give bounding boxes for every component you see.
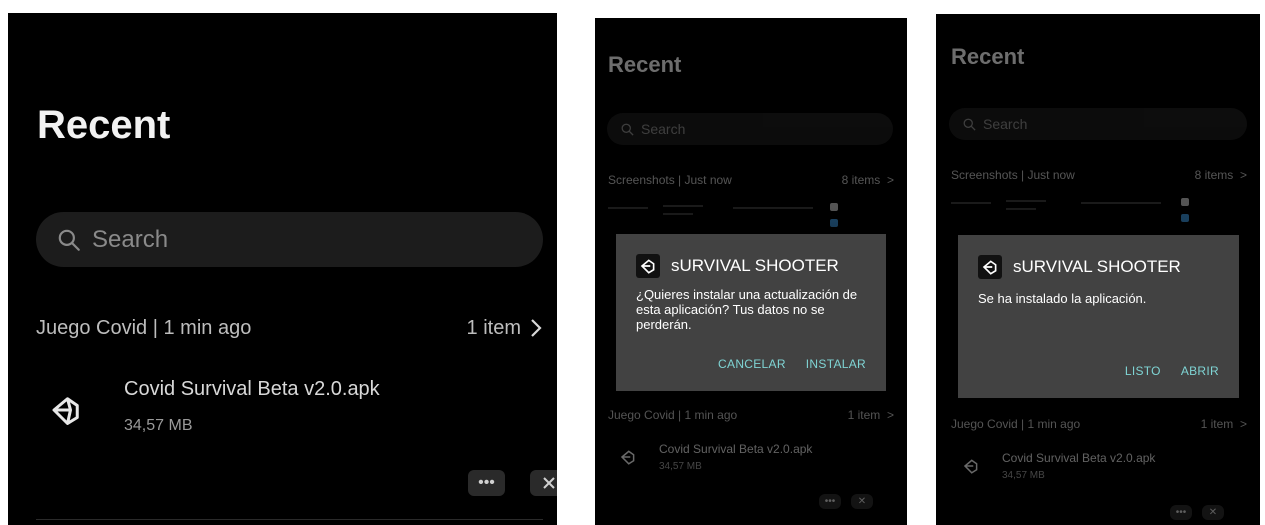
unity-icon xyxy=(963,459,978,474)
section-count-link[interactable]: 8 items > xyxy=(842,173,894,187)
more-icon: ••• xyxy=(824,496,836,507)
search-input[interactable]: Search xyxy=(36,212,543,267)
list-item-file[interactable]: Covid Survival Beta v2.0.apk 34,57 MB xyxy=(619,442,812,472)
section-header-screenshots[interactable]: Screenshots | Just now 8 items > xyxy=(608,170,894,190)
recent-screen: Recent Search Juego Covid | 1 min ago 1 … xyxy=(8,13,557,525)
file-name: Covid Survival Beta v2.0.apk xyxy=(124,378,380,400)
installed-dialog: sURVIVAL SHOOTER Se ha instalado la apli… xyxy=(958,235,1239,398)
search-icon xyxy=(621,123,634,136)
section-count-link[interactable]: 1 item > xyxy=(1201,417,1247,431)
unity-icon xyxy=(52,397,79,425)
search-input[interactable]: Search xyxy=(949,108,1247,140)
more-icon: ••• xyxy=(1175,507,1187,518)
search-placeholder: Search xyxy=(92,225,169,253)
open-button[interactable]: ABRIR xyxy=(1181,364,1219,378)
section-header-juego-covid[interactable]: Juego Covid | 1 min ago 1 item xyxy=(36,313,543,343)
page-title: Recent xyxy=(951,44,1025,69)
chevron-right-icon: > xyxy=(883,408,894,422)
file-name: Covid Survival Beta v2.0.apk xyxy=(659,442,813,456)
section-count-link[interactable]: 1 item xyxy=(467,317,543,340)
divider xyxy=(36,519,543,520)
item-actions: ••• xyxy=(443,470,557,496)
list-item-file[interactable]: Covid Survival Beta v2.0.apk 34,57 MB xyxy=(48,378,380,435)
section-title: Screenshots | Just now xyxy=(951,168,1075,182)
list-item-file[interactable]: Covid Survival Beta v2.0.apk 34,57 MB xyxy=(962,451,1155,481)
install-dialog: sURVIVAL SHOOTER ¿Quieres instalar una a… xyxy=(616,234,886,391)
close-icon xyxy=(542,477,555,489)
file-size: 34,57 MB xyxy=(124,417,193,434)
dialog-message: ¿Quieres instalar una actualización de e… xyxy=(636,287,858,332)
cancel-button[interactable]: CANCELAR xyxy=(718,357,786,371)
unity-icon xyxy=(982,260,997,275)
search-icon xyxy=(58,229,80,251)
installed-screen: Recent Search Screenshots | Just now 8 i… xyxy=(936,14,1260,525)
section-title: Screenshots | Just now xyxy=(608,173,732,187)
install-button[interactable]: INSTALAR xyxy=(806,357,866,371)
section-count: 8 items xyxy=(1194,168,1234,182)
section-title: Juego Covid | 1 min ago xyxy=(608,408,738,422)
unity-icon xyxy=(620,450,635,465)
screenshot-thumbnails[interactable] xyxy=(951,196,1247,232)
item-actions: ••• ✕ xyxy=(809,494,873,509)
chevron-right-icon xyxy=(531,319,542,337)
chevron-right-icon: > xyxy=(883,173,894,187)
search-placeholder: Search xyxy=(641,121,686,137)
section-header-screenshots[interactable]: Screenshots | Just now 8 items > xyxy=(951,165,1247,185)
more-button[interactable]: ••• xyxy=(1170,505,1192,520)
app-icon xyxy=(636,254,660,278)
section-count: 1 item xyxy=(1200,417,1234,431)
file-size: 34,57 MB xyxy=(1002,470,1045,481)
search-input[interactable]: Search xyxy=(607,113,893,145)
done-button[interactable]: LISTO xyxy=(1125,364,1161,378)
section-count-link[interactable]: 1 item > xyxy=(848,408,894,422)
close-icon: ✕ xyxy=(1208,507,1218,518)
chevron-right-icon: > xyxy=(1236,417,1247,431)
install-prompt-screen: Recent Search Screenshots | Just now 8 i… xyxy=(595,18,907,525)
section-count: 1 item xyxy=(847,408,881,422)
file-size: 34,57 MB xyxy=(659,461,702,472)
dialog-message: Se ha instalado la aplicación. xyxy=(978,291,1147,306)
dialog-title: sURVIVAL SHOOTER xyxy=(671,256,839,275)
close-icon: ✕ xyxy=(857,496,867,507)
chevron-right-icon: > xyxy=(1236,168,1247,182)
section-header-juego-covid[interactable]: Juego Covid | 1 min ago 1 item > xyxy=(951,414,1247,434)
item-actions: ••• ✕ xyxy=(1160,505,1224,520)
close-button[interactable]: ✕ xyxy=(1202,505,1224,520)
section-header-juego-covid[interactable]: Juego Covid | 1 min ago 1 item > xyxy=(608,405,894,425)
search-placeholder: Search xyxy=(983,116,1028,132)
app-icon xyxy=(978,255,1002,279)
search-icon xyxy=(963,118,976,131)
section-title: Juego Covid | 1 min ago xyxy=(36,316,252,339)
section-title: Juego Covid | 1 min ago xyxy=(951,417,1081,431)
unity-icon xyxy=(640,259,655,274)
page-title: Recent xyxy=(37,103,171,147)
close-button[interactable] xyxy=(530,470,557,496)
section-count: 8 items xyxy=(841,173,881,187)
file-name: Covid Survival Beta v2.0.apk xyxy=(1002,451,1156,465)
more-button[interactable]: ••• xyxy=(468,470,505,496)
dialog-title: sURVIVAL SHOOTER xyxy=(1013,257,1181,276)
screenshot-thumbnails[interactable] xyxy=(608,201,894,237)
section-count-link[interactable]: 8 items > xyxy=(1195,168,1247,182)
more-button[interactable]: ••• xyxy=(819,494,841,509)
more-icon: ••• xyxy=(478,474,495,491)
section-count: 1 item xyxy=(466,316,521,339)
page-title: Recent xyxy=(608,52,682,77)
close-button[interactable]: ✕ xyxy=(851,494,873,509)
